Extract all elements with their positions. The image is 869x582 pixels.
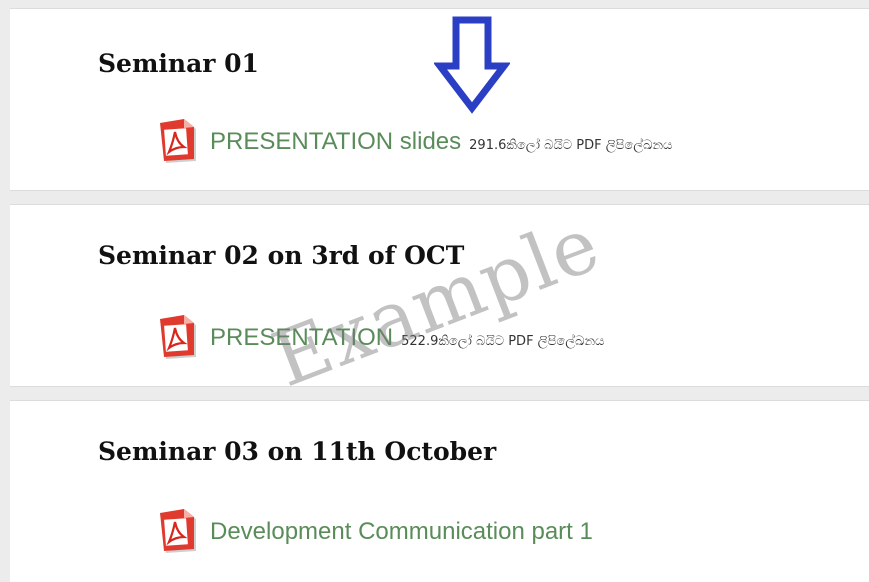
course-page: Seminar 01 PRESENTATION slides 291.6කිලෝ… xyxy=(10,0,869,582)
resource-item[interactable]: Development Communication part 1 xyxy=(160,509,593,555)
seminar-section: Seminar 03 on 11th October Development C… xyxy=(10,400,869,582)
resource-link[interactable]: PRESENTATION xyxy=(210,324,393,352)
pdf-icon[interactable] xyxy=(160,509,198,555)
file-size-info: 291.6කිලෝ බයිට PDF ලිපිලේඛනය xyxy=(469,137,673,153)
resource-item[interactable]: PRESENTATION slides 291.6කිලෝ බයිට PDF ල… xyxy=(160,119,672,165)
resource-link[interactable]: PRESENTATION slides xyxy=(210,128,461,156)
down-arrow-icon xyxy=(434,16,510,114)
file-size-info: 522.9කිලෝ බයිට PDF ලිපිලේඛනය xyxy=(401,333,605,349)
section-title: Seminar 03 on 11th October xyxy=(98,437,497,466)
pdf-icon[interactable] xyxy=(160,119,198,165)
resource-link[interactable]: Development Communication part 1 xyxy=(210,518,593,546)
seminar-section: Seminar 02 on 3rd of OCT PRESENTATION 52… xyxy=(10,204,869,387)
pdf-icon[interactable] xyxy=(160,315,198,361)
section-title: Seminar 01 xyxy=(98,49,259,78)
resource-item[interactable]: PRESENTATION 522.9කිලෝ බයිට PDF ලිපිලේඛන… xyxy=(160,315,604,361)
section-title: Seminar 02 on 3rd of OCT xyxy=(98,241,465,270)
